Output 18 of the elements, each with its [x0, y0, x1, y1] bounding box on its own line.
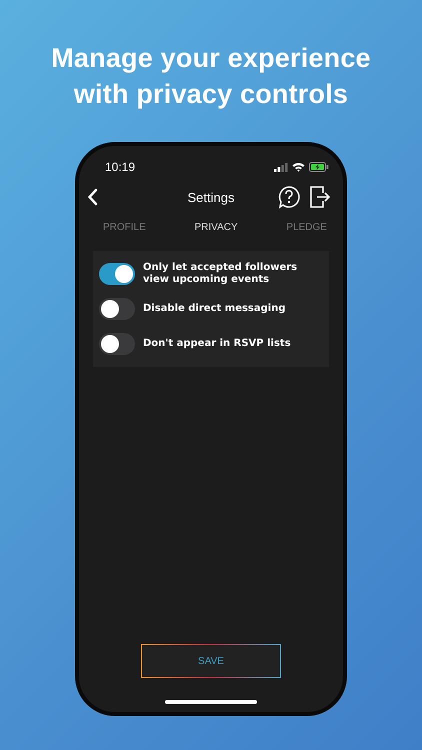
toggle-switch[interactable]	[99, 298, 135, 320]
headline: with privacy controls	[74, 78, 348, 111]
status-time: 10:19	[105, 160, 136, 174]
tab[interactable]: PLEDGE	[282, 216, 331, 239]
tab[interactable]: PRIVACY	[190, 216, 242, 239]
toggle-label: Disable direct messaging	[143, 303, 286, 315]
toggle-label: Don't appear in RSVP lists	[143, 338, 291, 350]
save-button[interactable]: SAVE	[141, 644, 281, 678]
toggle-switch[interactable]	[99, 333, 135, 355]
battery-icon	[309, 162, 329, 172]
logout-button[interactable]	[307, 183, 333, 211]
toggle-label: Only let accepted followers view upcoming events	[143, 262, 298, 286]
tab[interactable]: PROFILE	[99, 216, 150, 239]
screen-title: Settings	[186, 190, 236, 204]
signal-icon	[274, 162, 288, 172]
headline: Manage your experience	[51, 42, 371, 75]
wifi-icon	[292, 162, 305, 172]
toggle-switch[interactable]	[99, 263, 135, 285]
